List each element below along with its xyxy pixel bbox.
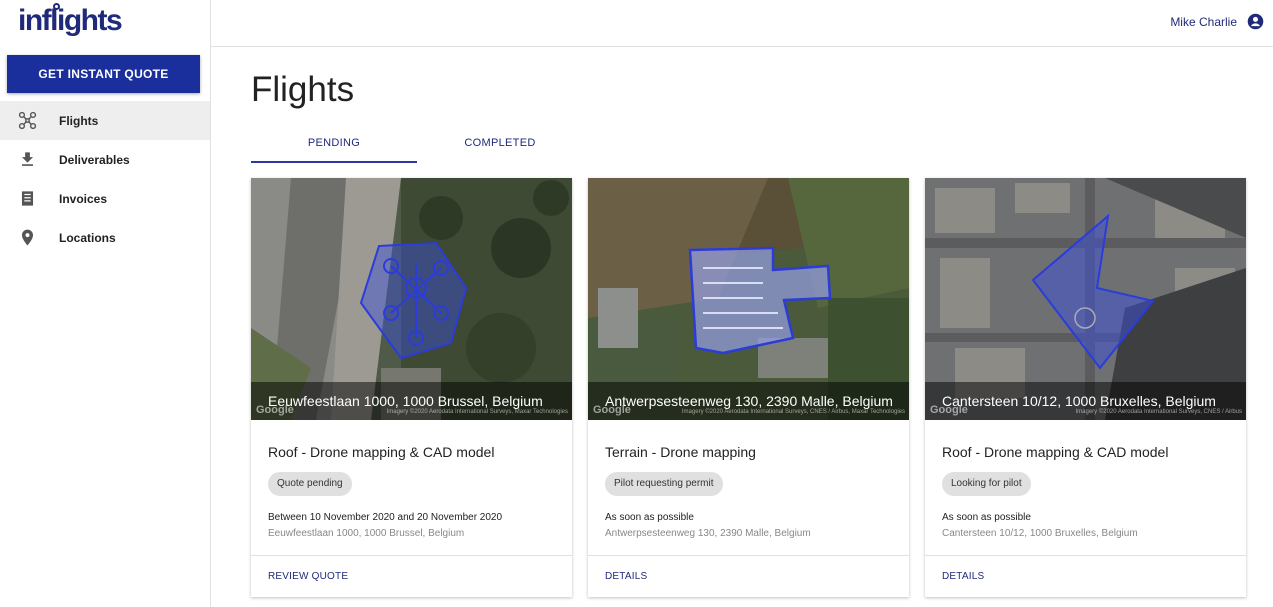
map-address: Antwerpsesteenweg 130, 2390 Malle, Belgi… xyxy=(605,393,893,409)
card-divider xyxy=(588,555,909,556)
map-attribution-logo: Google xyxy=(256,404,294,416)
review-quote-button[interactable]: REVIEW QUOTE xyxy=(268,571,348,582)
flight-location: Eeuwfeestlaan 1000, 1000 Brussel, Belgiu… xyxy=(268,528,465,539)
sidebar-item-label: Locations xyxy=(59,230,116,245)
sidebar-nav: Flights Deliverables Invoices Locations xyxy=(0,101,210,257)
flight-title: Roof - Drone mapping & CAD model xyxy=(942,444,1169,460)
sidebar-item-flights[interactable]: Flights xyxy=(0,101,210,140)
status-badge: Pilot requesting permit xyxy=(605,472,723,496)
map-address: Eeuwfeestlaan 1000, 1000 Brussel, Belgiu… xyxy=(268,393,543,409)
flight-location: Antwerpsesteenweg 130, 2390 Malle, Belgi… xyxy=(605,528,811,539)
flight-date: As soon as possible xyxy=(942,512,1031,523)
location-pin-icon xyxy=(21,229,34,246)
sidebar-item-label: Invoices xyxy=(59,191,108,206)
account-circle-icon[interactable] xyxy=(1247,13,1264,30)
sidebar: inflights GET INSTANT QUOTE Flights Deli… xyxy=(0,0,211,607)
flight-tabs: PENDING COMPLETED xyxy=(251,128,1247,163)
flight-title: Roof - Drone mapping & CAD model xyxy=(268,444,495,460)
flight-card: Antwerpsesteenweg 130, 2390 Malle, Belgi… xyxy=(588,178,909,597)
status-badge: Quote pending xyxy=(268,472,352,496)
card-divider xyxy=(925,555,1246,556)
flight-location: Cantersteen 10/12, 1000 Bruxelles, Belgi… xyxy=(942,528,1138,539)
flight-date: As soon as possible xyxy=(605,512,694,523)
sidebar-item-invoices[interactable]: Invoices xyxy=(0,179,210,218)
sidebar-item-deliverables[interactable]: Deliverables xyxy=(0,140,210,179)
flight-date: Between 10 November 2020 and 20 November… xyxy=(268,512,503,523)
app-logo[interactable]: inflights xyxy=(18,4,123,38)
flight-card: Cantersteen 10/12, 1000 Bruxelles, Belgi… xyxy=(925,178,1246,597)
sidebar-item-label: Deliverables xyxy=(59,152,130,167)
flight-title: Terrain - Drone mapping xyxy=(605,444,756,460)
map-attribution-logo: Google xyxy=(593,404,631,416)
map-credit: Imagery ©2020 Aerodata International Sur… xyxy=(1075,409,1242,415)
get-instant-quote-button[interactable]: GET INSTANT QUOTE xyxy=(7,55,200,93)
sidebar-item-locations[interactable]: Locations xyxy=(0,218,210,257)
sidebar-item-label: Flights xyxy=(59,113,99,128)
user-name[interactable]: Mike Charlie xyxy=(1170,15,1237,29)
page-title: Flights xyxy=(251,70,355,109)
map-address: Cantersteen 10/12, 1000 Bruxelles, Belgi… xyxy=(942,393,1216,409)
map-credit: Imagery ©2020 Aerodata International Sur… xyxy=(681,409,905,415)
drone-icon xyxy=(18,111,37,130)
logo-dot xyxy=(53,3,60,10)
status-badge: Looking for pilot xyxy=(942,472,1031,496)
map-credit: Imagery ©2020 Aerodata International Sur… xyxy=(386,409,568,415)
map-attribution-logo: Google xyxy=(930,404,968,416)
card-divider xyxy=(251,555,572,556)
topbar: Mike Charlie xyxy=(211,0,1273,47)
download-icon xyxy=(21,152,34,166)
tab-completed[interactable]: COMPLETED xyxy=(417,128,583,163)
invoice-icon xyxy=(21,191,34,206)
details-button[interactable]: DETAILS xyxy=(942,571,984,582)
details-button[interactable]: DETAILS xyxy=(605,571,647,582)
flight-card: Eeuwfeestlaan 1000, 1000 Brussel, Belgiu… xyxy=(251,178,572,597)
tab-pending[interactable]: PENDING xyxy=(251,128,417,163)
